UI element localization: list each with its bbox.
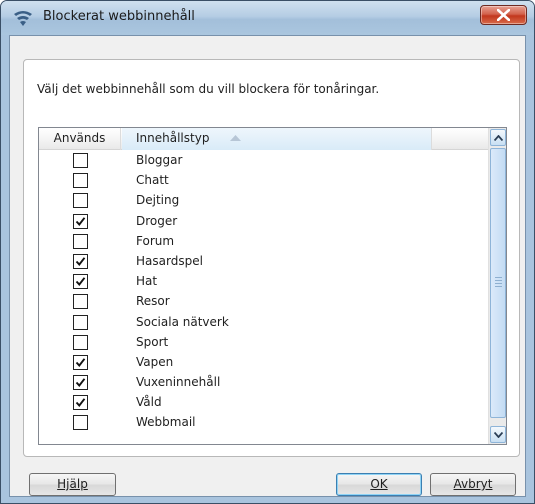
used-checkbox[interactable] bbox=[73, 153, 88, 168]
content-type-label: Hasardspel bbox=[136, 253, 203, 268]
vertical-scrollbar[interactable] bbox=[488, 128, 506, 444]
checkmark-icon bbox=[75, 277, 86, 287]
used-checkbox[interactable] bbox=[73, 213, 88, 229]
window-title: Blockerat webbinnehåll bbox=[43, 9, 195, 24]
chevron-up-icon bbox=[494, 135, 503, 141]
content-type-label: Våld bbox=[136, 395, 162, 410]
list-item[interactable]: Sport bbox=[39, 333, 489, 353]
list-item[interactable]: Bloggar bbox=[39, 151, 489, 171]
used-checkbox[interactable] bbox=[73, 375, 88, 391]
used-checkbox[interactable] bbox=[73, 233, 88, 249]
column-header-content-type[interactable]: Innehållstyp bbox=[122, 128, 432, 150]
content-type-label: Resor bbox=[136, 294, 170, 309]
checkmark-icon bbox=[75, 358, 86, 367]
list-item[interactable]: Forum bbox=[39, 232, 489, 252]
content-type-label: Hat bbox=[136, 274, 158, 289]
scroll-up-button[interactable] bbox=[490, 129, 506, 146]
close-button[interactable] bbox=[480, 5, 527, 25]
checkmark-icon bbox=[75, 216, 86, 226]
scrollbar-thumb[interactable] bbox=[490, 148, 506, 418]
used-checkbox[interactable] bbox=[73, 274, 88, 290]
list-item[interactable]: Chatt bbox=[39, 171, 489, 191]
title-bar[interactable]: Blockerat webbinnehåll bbox=[1, 1, 534, 35]
list-item[interactable]: Vapen bbox=[39, 353, 489, 373]
used-checkbox[interactable] bbox=[73, 314, 88, 330]
used-checkbox[interactable] bbox=[73, 253, 88, 269]
column-header-used[interactable]: Används bbox=[39, 128, 121, 150]
scrollbar-grip bbox=[495, 277, 502, 289]
checkmark-icon bbox=[75, 257, 86, 266]
list-item[interactable]: Droger bbox=[39, 212, 489, 232]
content-type-list[interactable]: Används Innehållstyp Bloggar Chatt Dejting… bbox=[38, 127, 507, 445]
list-item[interactable]: Hasardspel bbox=[39, 252, 489, 272]
used-checkbox[interactable] bbox=[73, 395, 88, 411]
list-item[interactable]: Resor bbox=[39, 292, 489, 312]
close-icon bbox=[497, 9, 510, 21]
chevron-down-icon bbox=[494, 432, 503, 438]
content-type-label: Forum bbox=[136, 233, 175, 248]
content-type-label: Sport bbox=[136, 334, 169, 349]
used-checkbox[interactable] bbox=[73, 415, 88, 431]
dialog-window: Blockerat webbinnehåll Välj det webbinne… bbox=[0, 0, 535, 504]
list-header: Används Innehållstyp bbox=[39, 128, 489, 150]
list-item[interactable]: Sociala nätverk bbox=[39, 313, 489, 333]
content-type-label: Dejting bbox=[136, 193, 180, 208]
list-item[interactable]: Våld bbox=[39, 393, 489, 413]
content-type-label: Droger bbox=[136, 213, 178, 228]
content-type-label: Chatt bbox=[136, 173, 169, 188]
list-item[interactable]: Dejting bbox=[39, 191, 489, 211]
used-checkbox[interactable] bbox=[73, 193, 88, 209]
instruction-text: Välj det webbinnehåll som du vill blocke… bbox=[37, 82, 380, 96]
cancel-button[interactable]: Avbryt bbox=[430, 473, 516, 496]
ok-button[interactable]: OK bbox=[336, 473, 422, 496]
dialog-client-area: Välj det webbinnehåll som du vill blocke… bbox=[9, 35, 526, 497]
content-type-label: Sociala nätverk bbox=[136, 314, 229, 329]
content-type-label: Webbmail bbox=[136, 415, 196, 430]
used-checkbox[interactable] bbox=[73, 334, 88, 350]
used-checkbox[interactable] bbox=[73, 354, 88, 370]
content-type-label: Vuxeninnehåll bbox=[136, 375, 221, 390]
used-checkbox[interactable] bbox=[73, 173, 88, 189]
content-panel: Välj det webbinnehåll som du vill blocke… bbox=[23, 59, 520, 457]
list-item[interactable]: Webbmail bbox=[39, 413, 489, 433]
list-item[interactable]: Vuxeninnehåll bbox=[39, 373, 489, 393]
list-item[interactable]: Hat bbox=[39, 272, 489, 292]
scroll-down-button[interactable] bbox=[490, 426, 506, 443]
app-icon bbox=[13, 9, 33, 27]
checkmark-icon bbox=[75, 378, 86, 388]
content-type-label: Vapen bbox=[136, 354, 174, 369]
content-type-label: Bloggar bbox=[136, 153, 183, 167]
sort-ascending-icon bbox=[230, 135, 241, 141]
used-checkbox[interactable] bbox=[73, 294, 88, 310]
checkmark-icon bbox=[75, 398, 86, 408]
list-rows: Bloggar Chatt Dejting Droger Forum Hasardspel… bbox=[39, 151, 489, 434]
help-button[interactable]: Hjälp bbox=[29, 473, 116, 496]
